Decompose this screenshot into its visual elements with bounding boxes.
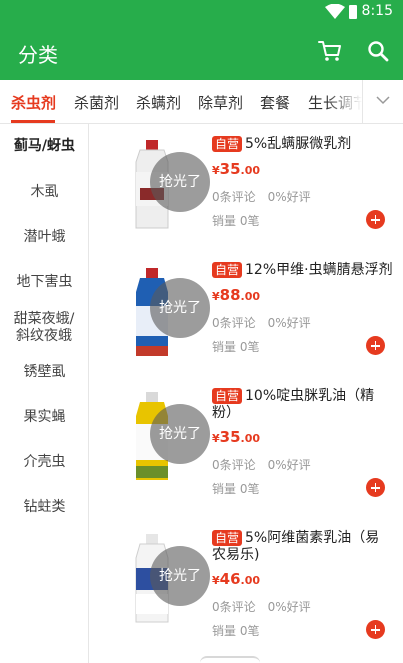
product-meta: 0条评论 0%好评: [212, 600, 311, 614]
product-price: ¥35.00: [212, 160, 261, 178]
product-sales: 销量 0笔: [212, 482, 260, 496]
product-price: ¥88.00: [212, 286, 261, 304]
tab-fungicide[interactable]: 杀菌剂: [74, 92, 119, 113]
category-tabs: 杀虫剂 杀菌剂 杀螨剂 除草剂 套餐 生长调节剂: [0, 80, 403, 124]
subcategory-sidebar: 蓟马/蚜虫 木虱 潜叶蛾 地下害虫 甜菜夜蛾/斜纹夜蛾 锈壁虱 果实蝇 介壳虫 …: [0, 124, 89, 663]
sold-out-badge: 抢光了: [150, 278, 210, 338]
sidebar-item-thrips-aphid[interactable]: 蓟马/蚜虫: [0, 138, 89, 155]
product-price: ¥46.00: [212, 570, 261, 588]
add-to-cart-button[interactable]: [366, 336, 385, 355]
page-title: 分类: [18, 43, 58, 67]
add-to-cart-button[interactable]: [366, 620, 385, 639]
app-bar: 分类: [0, 24, 403, 80]
status-time: 8:15: [361, 3, 393, 19]
battery-icon: [349, 5, 357, 19]
sidebar-item-borers[interactable]: 钻蛀类: [0, 499, 89, 516]
product-card[interactable]: 抢光了 自营 12%甲维·虫螨腈悬浮剂 ¥88.00 0条评论 0%好评 销量 0笔: [90, 250, 403, 380]
tab-package[interactable]: 套餐: [260, 92, 290, 113]
product-title[interactable]: 自营 5%乱螨脲微乳剂: [212, 136, 392, 153]
sold-out-badge: 抢光了: [150, 546, 210, 606]
tab-insecticide[interactable]: 杀虫剂: [11, 92, 56, 113]
sidebar-item-psyllid[interactable]: 木虱: [0, 184, 89, 201]
product-card[interactable]: 抢光了 自营 5%乱螨脲微乳剂 ¥35.00 0条评论 0%好评 销量 0笔: [90, 124, 403, 254]
product-meta: 0条评论 0%好评: [212, 458, 311, 472]
product-title[interactable]: 自营 12%甲维·虫螨腈悬浮剂: [212, 262, 402, 279]
wifi-icon: [325, 3, 345, 24]
product-meta: 0条评论 0%好评: [212, 316, 311, 330]
product-title[interactable]: 自营 10%啶虫脒乳油（精粉）: [212, 388, 392, 422]
product-card[interactable]: 抢光了 自营 10%啶虫脒乳油（精粉） ¥35.00 0条评论 0%好评 销量 0笔: [90, 376, 403, 506]
add-to-cart-button[interactable]: [366, 210, 385, 229]
sold-out-badge: 抢光了: [150, 404, 210, 464]
tab-acaricide[interactable]: 杀螨剂: [136, 92, 181, 113]
tab-fade: [326, 80, 362, 123]
product-sales: 销量 0笔: [212, 214, 260, 228]
product-card[interactable]: 抢光了 自营 5%阿维菌素乳油（易农易乐) ¥46.00 0条评论 0%好评 销量 …: [90, 518, 403, 648]
sidebar-item-scale-insect[interactable]: 介壳虫: [0, 454, 89, 471]
product-meta: 0条评论 0%好评: [212, 190, 311, 204]
product-title[interactable]: 自营 5%阿维菌素乳油（易农易乐): [212, 530, 392, 564]
status-bar: 8:15: [0, 0, 403, 24]
sidebar-item-leafminer[interactable]: 潜叶蛾: [0, 229, 89, 246]
chevron-down-icon: [376, 96, 390, 105]
product-price: ¥35.00: [212, 428, 261, 446]
sidebar-item-soil-pests[interactable]: 地下害虫: [0, 274, 89, 291]
tab-herbicide[interactable]: 除草剂: [198, 92, 243, 113]
cart-icon[interactable]: [318, 40, 342, 66]
active-tab-indicator: [11, 120, 55, 123]
more-tabs-button[interactable]: [362, 80, 403, 123]
sidebar-item-armyworm[interactable]: 甜菜夜蛾/斜纹夜蛾: [11, 311, 77, 345]
self-operated-badge: 自营: [212, 530, 243, 546]
next-item-edge: [200, 656, 260, 663]
add-to-cart-button[interactable]: [366, 478, 385, 497]
sold-out-badge: 抢光了: [150, 152, 210, 212]
self-operated-badge: 自营: [212, 136, 243, 152]
product-sales: 销量 0笔: [212, 624, 260, 638]
search-icon[interactable]: [367, 40, 389, 66]
sidebar-item-fruit-fly[interactable]: 果实蝇: [0, 409, 89, 426]
product-sales: 销量 0笔: [212, 340, 260, 354]
sidebar-item-rust-mite[interactable]: 锈壁虱: [0, 364, 89, 381]
self-operated-badge: 自营: [212, 262, 243, 278]
self-operated-badge: 自营: [212, 388, 243, 404]
